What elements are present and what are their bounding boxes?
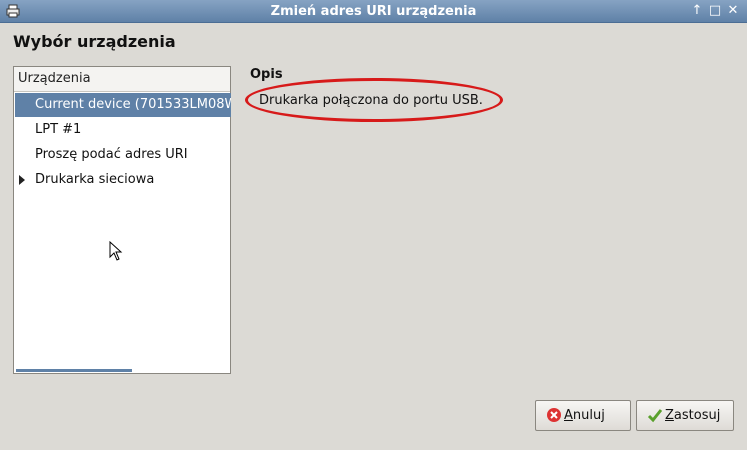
cancel-icon [547, 408, 561, 422]
mouse-cursor-icon [109, 241, 123, 261]
description-label: Opis [250, 67, 283, 82]
expand-arrow-icon[interactable] [19, 175, 25, 185]
close-icon[interactable]: ✕ [725, 3, 741, 19]
window-title: Zmień adres URI urządzenia [270, 4, 477, 19]
annotation-ellipse [245, 78, 503, 122]
list-item-label: Proszę podać adres URI [35, 147, 188, 162]
dialog-window: Zmień adres URI urządzenia ↑ □ ✕ Wybór u… [0, 0, 747, 450]
list-item-label: Current device (701533LM08W [35, 97, 231, 112]
apply-button-label: Zastosuj [665, 408, 721, 423]
list-item-lpt1[interactable]: LPT #1 [15, 118, 231, 142]
page-heading: Wybór urządzenia [13, 32, 176, 51]
checkmark-icon [647, 409, 663, 423]
list-column-header[interactable]: Urządzenia [14, 67, 230, 92]
horizontal-scrollbar[interactable] [16, 369, 132, 372]
device-list[interactable]: Urządzenia Current device (701533LM08W L… [13, 66, 231, 374]
list-item-label: Drukarka sieciowa [35, 172, 155, 187]
cancel-button[interactable]: Anuluj [535, 400, 631, 431]
maximize-icon[interactable]: □ [707, 3, 723, 19]
apply-button[interactable]: Zastosuj [636, 400, 734, 431]
keep-above-icon[interactable]: ↑ [689, 3, 705, 19]
cancel-button-label: Anuluj [564, 408, 605, 423]
list-item-current-device[interactable]: Current device (701533LM08W [15, 93, 231, 117]
list-item-network-printer[interactable]: Drukarka sieciowa [15, 168, 231, 192]
list-item-label: LPT #1 [35, 122, 82, 137]
list-item-enter-uri[interactable]: Proszę podać adres URI [15, 143, 231, 167]
title-bar[interactable]: Zmień adres URI urządzenia ↑ □ ✕ [0, 0, 747, 23]
